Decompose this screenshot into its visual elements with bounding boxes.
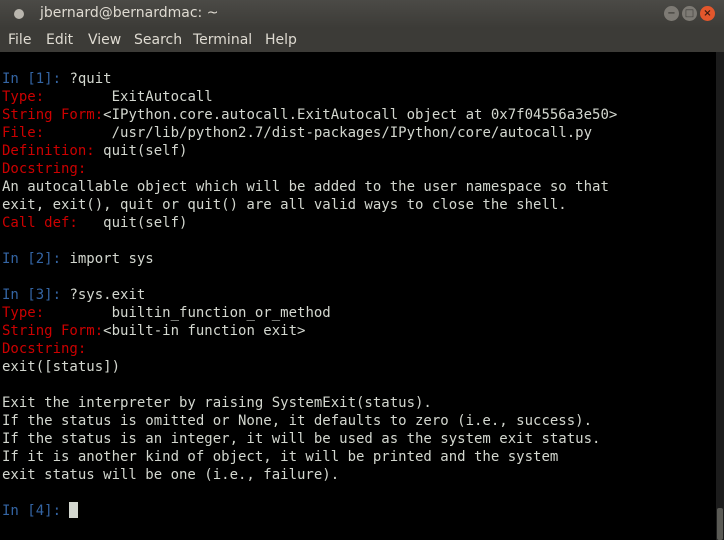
field-key: Call def: (2, 215, 78, 231)
terminal-line: Definition: quit(self) (2, 142, 617, 160)
field-key: String Form: (2, 323, 104, 339)
close-icon[interactable]: × (700, 6, 715, 21)
field-key: Type: (2, 89, 45, 105)
scrollbar-thumb[interactable] (717, 508, 723, 540)
terminal-window: jbernard@bernardmac: ~ − □ × File Edit V… (0, 0, 724, 540)
menu-help[interactable]: Help (265, 32, 297, 48)
menu-search[interactable]: Search (134, 32, 182, 48)
field-value: builtin_function_or_method (111, 305, 331, 321)
command-text: import sys (69, 251, 154, 267)
terminal-line: Type: ExitAutocall (2, 88, 617, 106)
field-value: quit(self) (103, 215, 188, 231)
docstring-line: If it is another kind of object, it will… (2, 449, 559, 465)
minimize-icon[interactable]: − (664, 6, 679, 21)
menu-view[interactable]: View (88, 32, 121, 48)
field-key: Docstring: (2, 161, 87, 177)
docstring-line: Exit the interpreter by raising SystemEx… (2, 395, 432, 411)
docstring-line: An autocallable object which will be add… (2, 179, 609, 195)
field-value: <IPython.core.autocall.ExitAutocall obje… (103, 107, 618, 123)
terminal-line: Call def: quit(self) (2, 214, 617, 232)
menu-file[interactable]: File (8, 32, 31, 48)
terminal-line: Type: builtin_function_or_method (2, 304, 617, 322)
scrollbar[interactable] (716, 52, 724, 540)
terminal-dot-icon (14, 9, 24, 19)
menu-edit[interactable]: Edit (46, 32, 73, 48)
field-key: Definition: (2, 143, 95, 159)
field-value: <built-in function exit> (103, 323, 306, 339)
command-text: ?quit (69, 71, 112, 87)
input-prompt: In [4]: (2, 503, 62, 519)
command-text: ?sys.exit (69, 287, 146, 303)
field-key: Type: (2, 305, 45, 321)
terminal-output[interactable]: In [1]: ?quit Type: ExitAutocall String Fo… (0, 52, 716, 540)
menu-terminal[interactable]: Terminal (193, 32, 252, 48)
terminal-line: In [4]: (2, 502, 617, 520)
terminal-text: In [1]: ?quit Type: ExitAutocall String Fo… (2, 70, 617, 520)
terminal-line: In [1]: ?quit (2, 70, 617, 88)
field-key: File: (2, 125, 45, 141)
terminal-line: String Form:<built-in function exit> (2, 322, 617, 340)
terminal-line: In [3]: ?sys.exit (2, 286, 617, 304)
terminal-line: Docstring: (2, 340, 617, 358)
menu-bar: File Edit View Search Terminal Help (0, 28, 724, 52)
input-prompt: In [1]: (2, 71, 62, 87)
terminal-line: String Form:<IPython.core.autocall.ExitA… (2, 106, 617, 124)
title-bar[interactable]: jbernard@bernardmac: ~ − □ × (0, 0, 724, 28)
terminal-line: In [2]: import sys (2, 250, 617, 268)
field-value: /usr/lib/python2.7/dist-packages/IPython… (111, 125, 593, 141)
field-key: Docstring: (2, 341, 87, 357)
text-cursor (69, 502, 79, 518)
docstring-line: exit([status]) (2, 359, 121, 375)
terminal-line: Docstring: (2, 160, 617, 178)
field-key: String Form: (2, 107, 104, 123)
maximize-icon[interactable]: □ (682, 6, 697, 21)
docstring-line: If the status is an integer, it will be … (2, 431, 601, 447)
docstring-line: If the status is omitted or None, it def… (2, 413, 593, 429)
docstring-line: exit status will be one (i.e., failure). (2, 467, 340, 483)
input-prompt: In [3]: (2, 287, 62, 303)
docstring-line: exit, exit(), quit or quit() are all val… (2, 197, 567, 213)
input-prompt: In [2]: (2, 251, 62, 267)
window-title: jbernard@bernardmac: ~ (40, 5, 219, 21)
field-value: ExitAutocall (111, 89, 213, 105)
terminal-line: File: /usr/lib/python2.7/dist-packages/I… (2, 124, 617, 142)
field-value: quit(self) (103, 143, 188, 159)
